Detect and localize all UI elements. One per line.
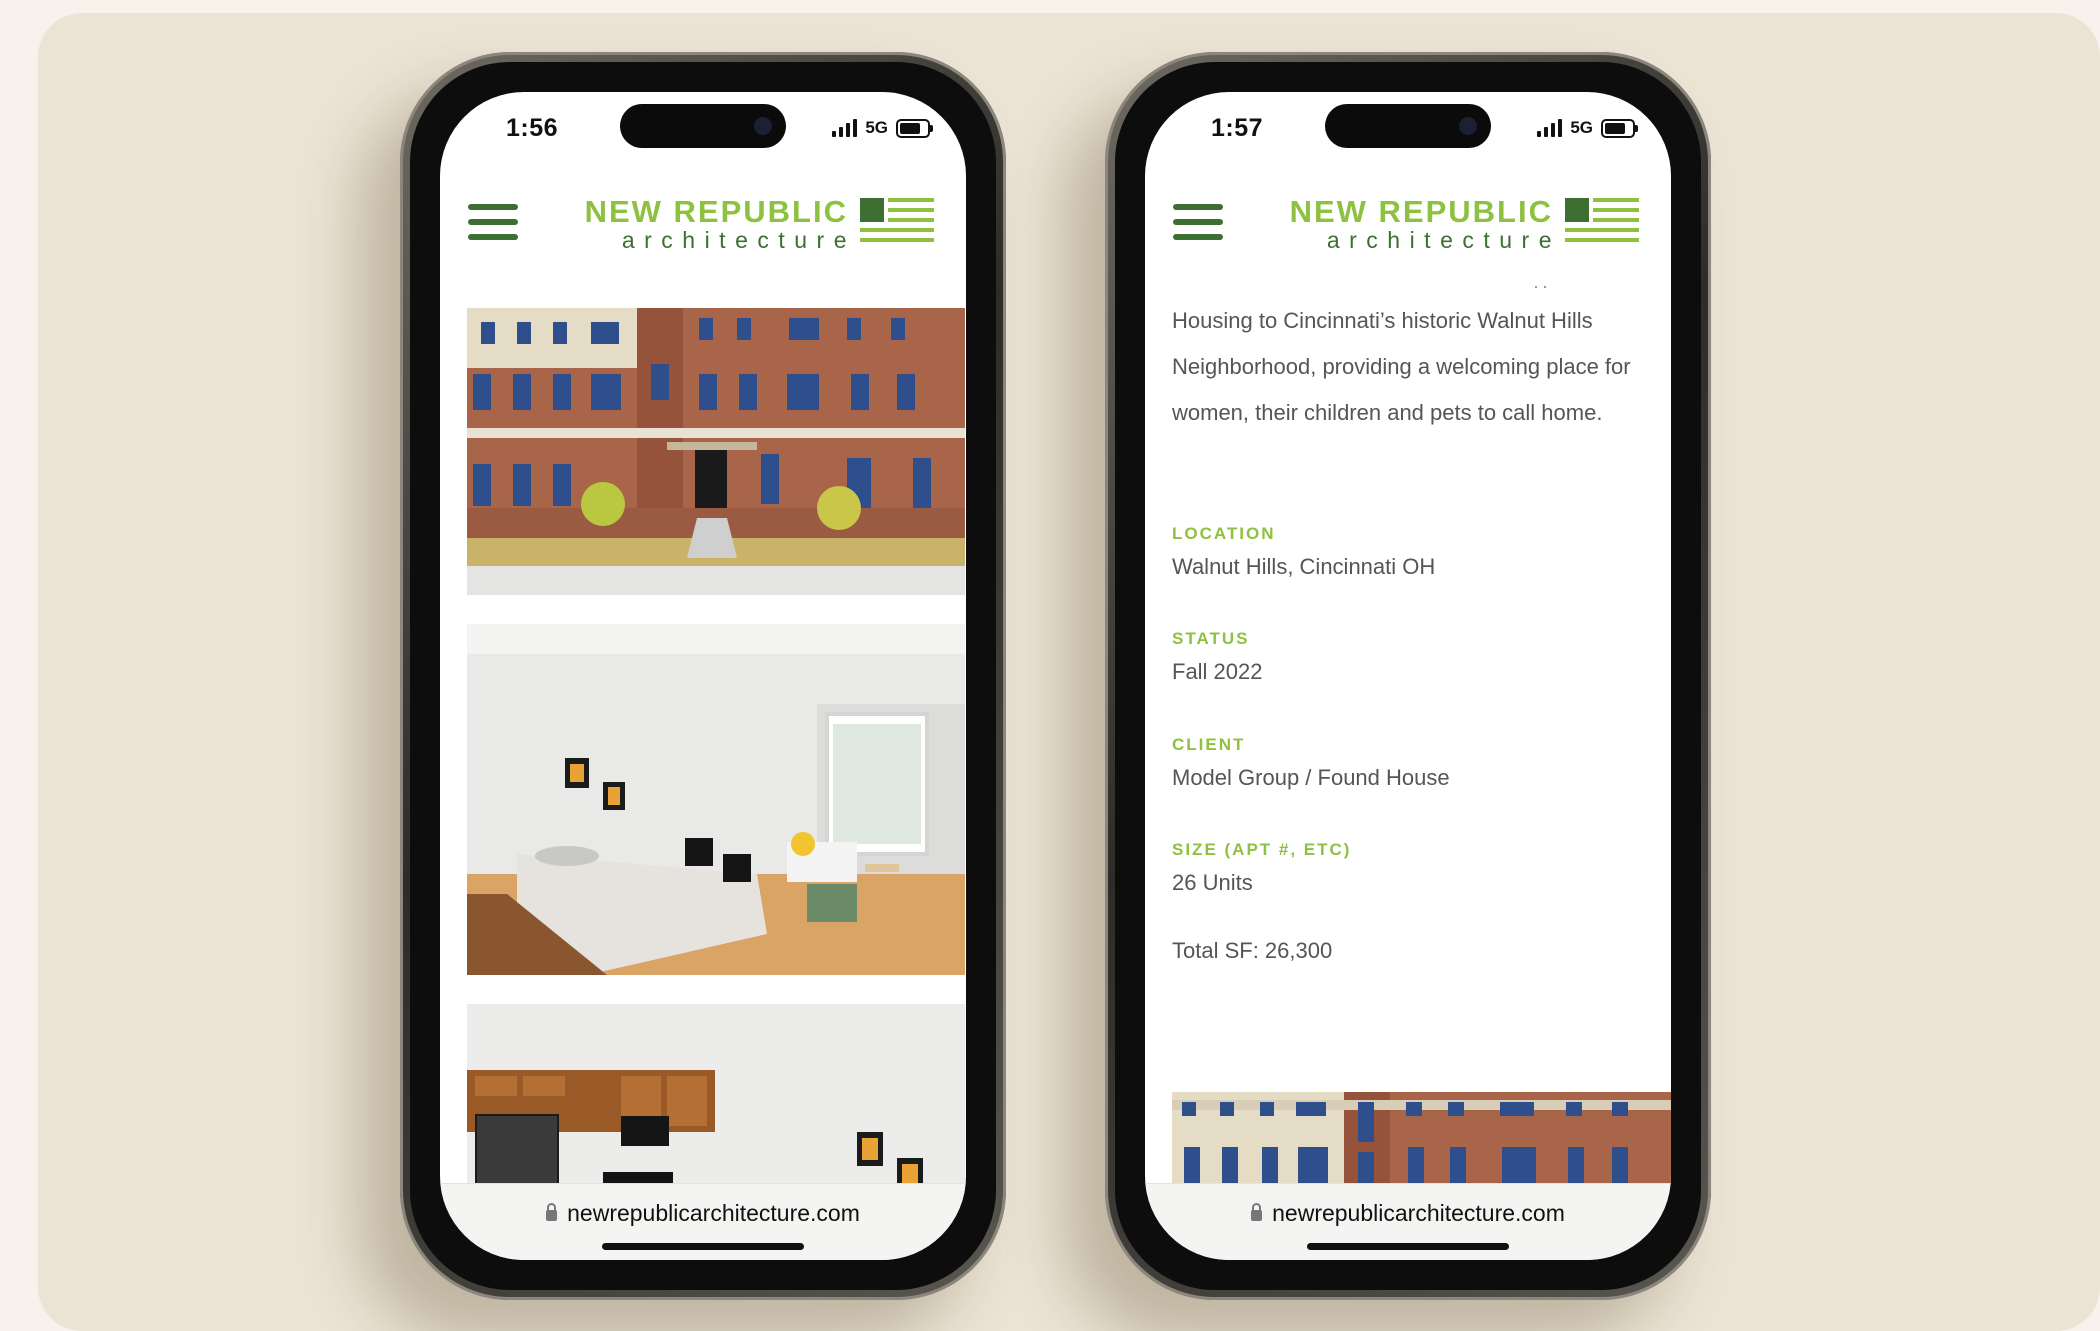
camera [1459, 117, 1477, 135]
living-room-photo[interactable] [467, 624, 965, 975]
status-label: STATUS [1172, 629, 1250, 648]
dynamic-island [1325, 104, 1491, 148]
phone-screen-right: 1:57 5G NEW REPUBLIC architecture ·· Hou… [1145, 92, 1671, 1260]
client-label: CLIENT [1172, 735, 1246, 754]
status-time: 1:56 [506, 114, 559, 142]
backdrop [38, 13, 2100, 1331]
network-label: 5G [865, 118, 888, 137]
intro-line: Housing to Cincinnati’s historic Walnut … [1172, 308, 1593, 333]
dynamic-island [620, 104, 786, 148]
lock-icon [546, 1203, 558, 1221]
signal-icon [1537, 119, 1563, 137]
phone-screen-left: 1:56 5G NEW REPUBLIC architecture newrep… [440, 92, 966, 1260]
battery-icon [1601, 118, 1638, 138]
menu-icon[interactable] [1173, 204, 1223, 242]
battery-icon [896, 118, 933, 138]
size-label: SIZE (APT #, ETC) [1172, 840, 1352, 859]
flag-logo-icon [1565, 198, 1639, 248]
location-label: LOCATION [1172, 524, 1276, 543]
flag-logo-icon [860, 198, 934, 248]
intro-line: Neighborhood, providing a welcoming plac… [1172, 354, 1631, 379]
url-text: newrepublicarchitecture.com [567, 1200, 860, 1226]
lock-icon [1251, 1203, 1263, 1221]
project-intro: Housing to Cincinnati’s historic Walnut … [1172, 298, 1642, 436]
camera [754, 117, 772, 135]
intro-line: women, their children and pets to call h… [1172, 400, 1603, 425]
status-time: 1:57 [1211, 114, 1264, 142]
address-bar[interactable]: newrepublicarchitecture.com [440, 1183, 966, 1260]
network-label: 5G [1570, 118, 1593, 137]
menu-icon[interactable] [468, 204, 518, 242]
logo-name: NEW REPUBLIC [1289, 194, 1553, 229]
status-icons: 5G [832, 117, 933, 139]
url-text: newrepublicarchitecture.com [1272, 1200, 1565, 1226]
phone-right: 1:57 5G NEW REPUBLIC architecture ·· Hou… [1105, 52, 1711, 1300]
site-logo[interactable]: NEW REPUBLIC architecture [585, 196, 934, 252]
location-value: Walnut Hills, Cincinnati OH [1172, 554, 1436, 579]
scroll-dots: ·· [1533, 276, 1551, 296]
status-value: Fall 2022 [1172, 659, 1263, 684]
exterior-photo[interactable] [467, 308, 965, 595]
logo-subtitle: architecture [1326, 227, 1561, 253]
total-sf-value: Total SF: 26,300 [1172, 938, 1333, 963]
url-row: newrepublicarchitecture.com [1145, 1200, 1671, 1227]
site-logo[interactable]: NEW REPUBLIC architecture [1290, 196, 1639, 252]
size-value: 26 Units [1172, 870, 1253, 895]
address-bar[interactable]: newrepublicarchitecture.com [1145, 1183, 1671, 1260]
home-indicator[interactable] [1307, 1243, 1509, 1250]
logo-name: NEW REPUBLIC [584, 194, 848, 229]
phone-left: 1:56 5G NEW REPUBLIC architecture newrep… [400, 52, 1006, 1300]
logo-subtitle: architecture [621, 227, 856, 253]
home-indicator[interactable] [602, 1243, 804, 1250]
status-icons: 5G [1537, 117, 1638, 139]
signal-icon [832, 119, 858, 137]
client-value: Model Group / Found House [1172, 765, 1450, 790]
url-row: newrepublicarchitecture.com [440, 1200, 966, 1227]
